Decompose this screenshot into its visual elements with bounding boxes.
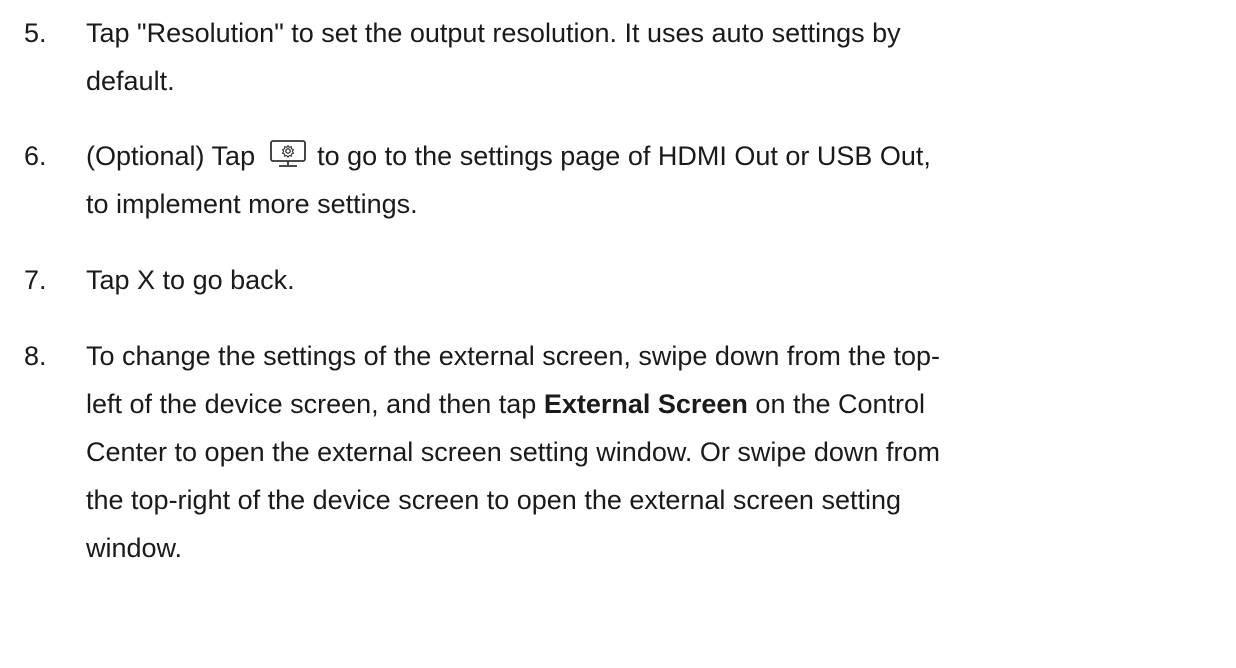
step-text-line: Tap X to go back. — [86, 265, 295, 295]
step-text: (Optional) Tap to go to the settings pag… — [86, 132, 1226, 228]
monitor-settings-icon — [269, 139, 307, 169]
instruction-document: 5. Tap "Resolution" to set the output re… — [0, 0, 1236, 668]
step-text-segment: on the Control — [747, 389, 926, 419]
step-text-line: to implement more settings. — [86, 189, 418, 219]
step-text: To change the settings of the external s… — [86, 332, 1226, 572]
step-text-line: (Optional) Tap to go to the settings pag… — [86, 132, 1226, 180]
step-text-line: Tap "Resolution" to set the output resol… — [86, 18, 901, 48]
step-text-line: window. — [86, 533, 183, 563]
step-text-segment: left of the device screen, and then tap — [86, 389, 544, 419]
step-text: Tap "Resolution" to set the output resol… — [86, 9, 1226, 105]
step-number: 8. — [24, 341, 47, 371]
external-screen-term: External Screen — [543, 389, 748, 419]
step-number: 5. — [24, 18, 47, 48]
step-text-line: Center to open the external screen setti… — [86, 437, 940, 467]
step-text-line: default. — [86, 66, 175, 96]
step-text-line: left of the device screen, and then tap … — [86, 380, 1226, 428]
step-number: 7. — [24, 265, 47, 295]
step-text-line: the top-right of the device screen to op… — [86, 485, 901, 515]
step-text-segment: to go to the settings page of HDMI Out o… — [317, 141, 931, 171]
step-text: Tap X to go back. — [86, 256, 1226, 304]
step-text-line: To change the settings of the external s… — [86, 341, 940, 371]
step-text-segment: (Optional) Tap — [86, 141, 256, 171]
step-number: 6. — [24, 141, 47, 171]
